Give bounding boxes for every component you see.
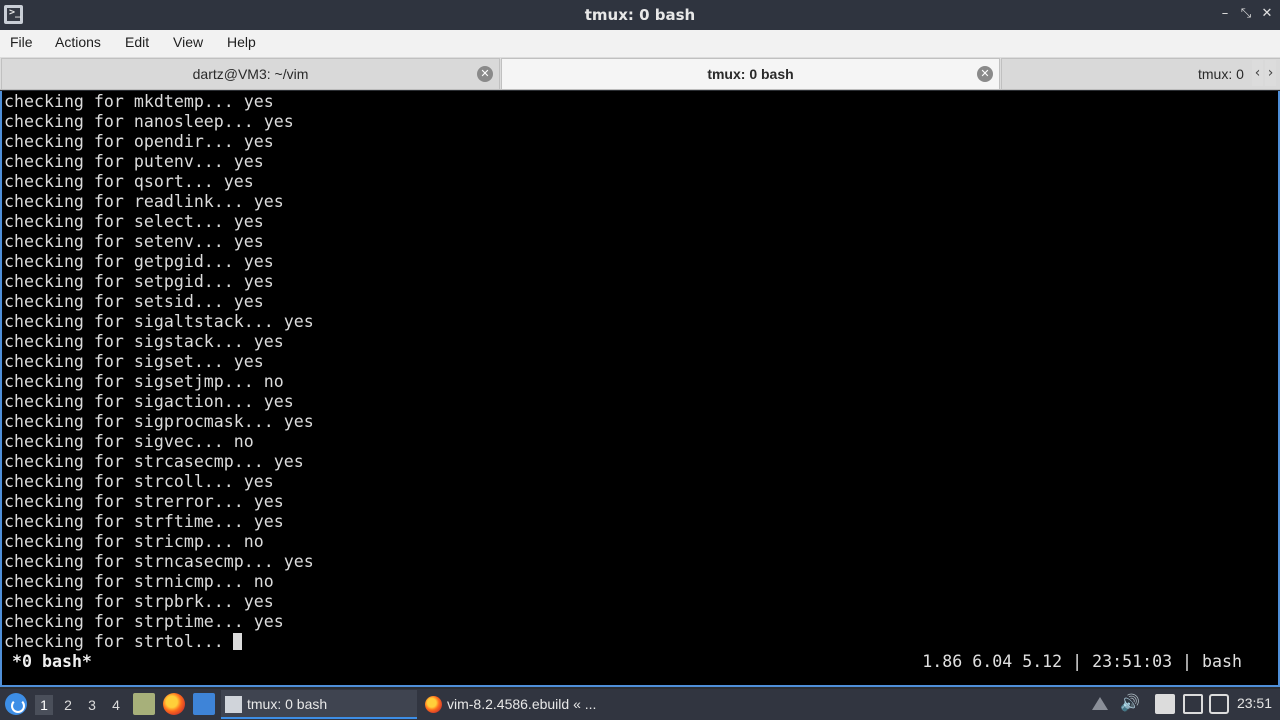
start-menu-icon[interactable] <box>5 693 27 715</box>
window-titlebar: >_ tmux: 0 bash – ⤡ ✕ <box>0 0 1280 30</box>
terminal-line: checking for strnicmp... no <box>4 572 274 591</box>
terminal-line: checking for sigstack... yes <box>4 332 284 351</box>
tab-bar: dartz@VM3: ~/vim ✕ tmux: 0 bash ✕ tmux: … <box>0 57 1280 90</box>
terminal-line: checking for strcoll... yes <box>4 472 274 491</box>
tray-up-arrow-icon[interactable] <box>1092 697 1108 710</box>
terminal-line: checking for sigaltstack... yes <box>4 312 314 331</box>
terminal-line: checking for nanosleep... yes <box>4 112 294 131</box>
terminal-line: checking for setsid... yes <box>4 292 264 311</box>
terminal-icon <box>225 696 242 713</box>
workspace-4[interactable]: 4 <box>107 695 125 715</box>
workspace-1[interactable]: 1 <box>35 695 53 715</box>
terminal-cursor <box>233 633 242 650</box>
terminal-line: checking for sigset... yes <box>4 352 264 371</box>
close-button[interactable]: ✕ <box>1258 5 1276 23</box>
clock[interactable]: 23:51 <box>1237 695 1272 711</box>
terminal-line: checking for strncasecmp... yes <box>4 552 314 571</box>
terminal-line: checking for qsort... yes <box>4 172 254 191</box>
tmux-window-status: *0 bash* <box>12 652 92 671</box>
firefox-icon <box>425 696 442 713</box>
firefox-icon[interactable] <box>163 693 185 715</box>
terminal-line: checking for mkdtemp... yes <box>4 92 274 111</box>
tab-label: dartz@VM3: ~/vim <box>192 66 309 82</box>
app-icon-glyph: >_ <box>9 7 22 18</box>
terminal-line: checking for opendir... yes <box>4 132 274 151</box>
terminal-line: checking for strerror... yes <box>4 492 284 511</box>
task-label: vim-8.2.4586.ebuild « ... <box>447 696 597 712</box>
menu-edit[interactable]: Edit <box>125 34 149 50</box>
network-icon[interactable] <box>1183 694 1203 714</box>
terminal-line: checking for sigprocmask... yes <box>4 412 314 431</box>
terminal-line: checking for readlink... yes <box>4 192 284 211</box>
menu-file[interactable]: File <box>10 34 33 50</box>
tab-scroll-right-icon[interactable]: › <box>1265 60 1276 86</box>
terminal-line: checking for setenv... yes <box>4 232 264 251</box>
terminal-line: checking for strtol... <box>4 632 234 651</box>
terminal-line: checking for sigvec... no <box>4 432 254 451</box>
taskbar: 1 2 3 4 tmux: 0 bash vim-8.2.4586.ebuild… <box>0 689 1280 720</box>
terminal-line: checking for strcasecmp... yes <box>4 452 304 471</box>
workspace-2[interactable]: 2 <box>59 695 77 715</box>
maximize-button[interactable]: ⤡ <box>1237 5 1255 23</box>
task-label: tmux: 0 bash <box>247 696 328 712</box>
terminal-line: checking for strftime... yes <box>4 512 284 531</box>
tab-close-icon[interactable]: ✕ <box>477 66 493 82</box>
menu-bar: File Actions Edit View Help <box>0 30 1280 57</box>
menu-view[interactable]: View <box>173 34 203 50</box>
tab-close-icon[interactable]: ✕ <box>977 66 993 82</box>
tmux-status-right: 1.86 6.04 5.12 | 23:51:03 | bash <box>922 652 1242 671</box>
file-manager-icon[interactable] <box>133 693 155 715</box>
terminal-line: checking for strpbrk... yes <box>4 592 274 611</box>
tab-label: tmux: 0 bash <box>707 66 794 82</box>
terminal-line: checking for select... yes <box>4 212 264 231</box>
terminal-line: checking for sigsetjmp... no <box>4 372 284 391</box>
terminal-line: checking for putenv... yes <box>4 152 264 171</box>
show-desktop-icon[interactable] <box>193 693 215 715</box>
menu-actions[interactable]: Actions <box>55 34 101 50</box>
terminal-line: checking for strptime... yes <box>4 612 284 631</box>
terminal-line: checking for stricmp... no <box>4 532 264 551</box>
update-notifier-icon[interactable] <box>1209 694 1229 714</box>
terminal-line: checking for getpgid... yes <box>4 252 274 271</box>
terminal-area[interactable]: checking for mkdtemp... yes checking for… <box>0 91 1280 687</box>
tab-label: tmux: 0 <box>1198 66 1244 82</box>
terminal-line: checking for setpgid... yes <box>4 272 274 291</box>
menu-help[interactable]: Help <box>227 34 256 50</box>
minimize-button[interactable]: – <box>1216 5 1234 23</box>
window-title: tmux: 0 bash <box>584 6 696 24</box>
tab-tmux-bash[interactable]: tmux: 0 bash ✕ <box>501 58 1000 89</box>
task-tmux-bash[interactable]: tmux: 0 bash <box>221 690 417 719</box>
workspace-3[interactable]: 3 <box>83 695 101 715</box>
tab-tmux-0[interactable]: tmux: 0 <box>1001 58 1280 89</box>
task-firefox-vim-ebuild[interactable]: vim-8.2.4586.ebuild « ... <box>421 690 621 719</box>
terminal-line: checking for sigaction... yes <box>4 392 294 411</box>
volume-icon[interactable]: 🔊 <box>1120 694 1140 714</box>
clipboard-icon[interactable] <box>1155 694 1175 714</box>
tab-scroll-left-icon[interactable]: ‹ <box>1252 60 1263 86</box>
tab-vim[interactable]: dartz@VM3: ~/vim ✕ <box>1 58 500 89</box>
